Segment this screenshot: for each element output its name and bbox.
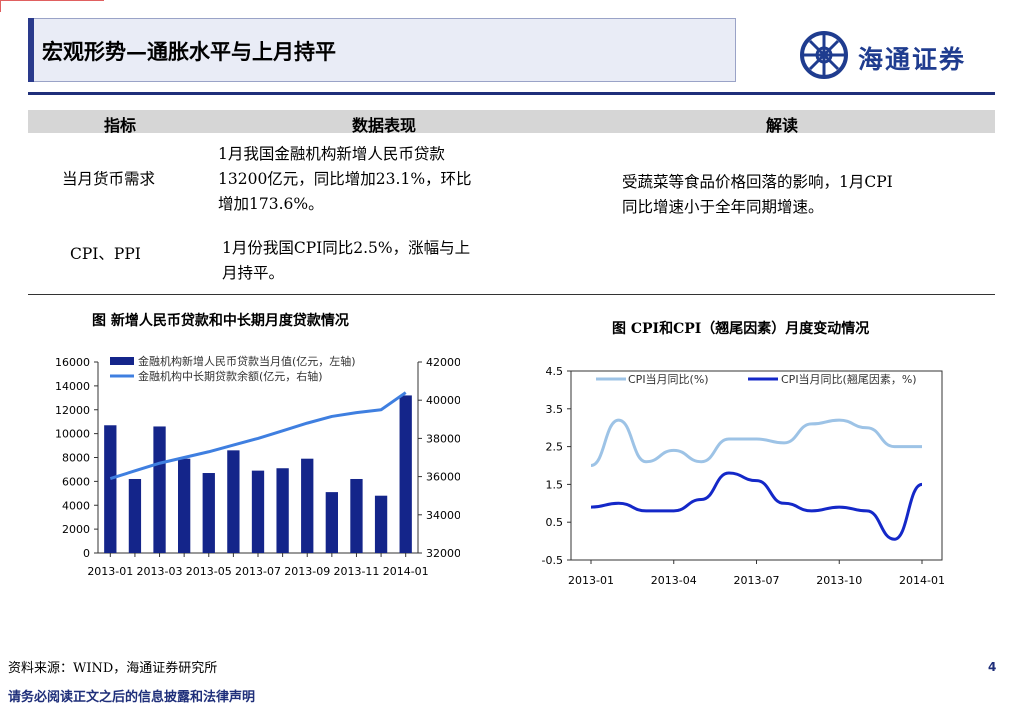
table-bottom-rule: [28, 294, 995, 295]
x-tick-label: 2013-09: [284, 565, 330, 578]
plot-frame: [570, 370, 943, 561]
page-number: 4: [988, 660, 997, 674]
left-tick-label: 12000: [55, 404, 90, 417]
row1-data-line: 13200亿元，同比增加23.1%，环比: [218, 170, 472, 188]
interpretation-line: 受蔬菜等食品价格回落的影响，1月CPI: [622, 173, 893, 191]
row1-data-line: 增加173.6%。: [218, 195, 324, 213]
left-tick-label: 8000: [62, 452, 90, 465]
left-tick-label: 10000: [55, 428, 90, 441]
x-tick-label: 2013-01: [87, 565, 133, 578]
legend-bar-label: 金融机构新增人民币贷款当月值(亿元，左轴): [138, 354, 356, 368]
row1-indicator: 当月货币需求: [62, 170, 156, 188]
loan-bar: [374, 495, 388, 553]
left-chart-caption: 图 新增人民币贷款和中长期月度贷款情况: [92, 313, 349, 329]
disclaimer: 请务必阅读正文之后的信息披露和法律声明: [8, 690, 256, 705]
row2-indicator: CPI、PPI: [70, 245, 141, 263]
x-tick-label: 2013-01: [568, 574, 614, 587]
x-tick-label: 2013-11: [333, 565, 379, 578]
loan-bar: [350, 478, 363, 553]
left-tick-label: 16000: [55, 356, 90, 369]
left-tick-label: 4000: [62, 499, 90, 512]
loan-bar: [399, 395, 412, 553]
x-tick-label: 2013-03: [137, 565, 183, 578]
x-tick-label: 2013-04: [651, 574, 697, 587]
cpi-chart: -0.5 0.5 1.5 2.5 3.5 4.5 2013-01 2013-04 2013-07…: [542, 365, 945, 587]
page-title: 宏观形势—通胀水平与上月持平: [42, 39, 336, 64]
cpi-line: [590, 418, 922, 467]
loan-bar: [227, 450, 240, 553]
cpi-tail-line: [590, 471, 923, 541]
loan-bar: [276, 468, 289, 553]
y-tick-label: 2.5: [546, 441, 564, 454]
x-tick-label: 2013-07: [734, 574, 780, 587]
top-rule: [28, 92, 995, 95]
right-tick-label: 340000: [426, 509, 460, 522]
interpretation-line: 同比增速小于全年同期增速。: [622, 198, 824, 216]
y-tick-label: -0.5: [542, 554, 563, 567]
y-tick-label: 4.5: [546, 365, 564, 378]
row2-data-line: 1月份我国CPI同比2.5%，涨幅与上: [222, 239, 471, 257]
loan-bar: [104, 425, 117, 553]
y-tick-label: 1.5: [546, 478, 564, 491]
right-chart-caption: 图 CPI和CPI（翘尾因素）月度变动情况: [612, 321, 870, 337]
legend-bar-swatch: [110, 357, 134, 365]
legend-cpi-tail-label: CPI当月同比(翘尾因素，%): [781, 372, 917, 386]
right-tick-label: 400000: [426, 394, 460, 407]
loan-bar: [325, 492, 338, 553]
x-tick-label: 2014-01: [899, 574, 945, 587]
x-tick-label: 2014-01: [383, 565, 429, 578]
right-tick-label: 420000: [426, 356, 460, 369]
left-tick-label: 0: [83, 547, 90, 560]
loan-bar: [202, 473, 215, 553]
loan-bar: [128, 478, 142, 553]
header-interpretation: 解读: [766, 116, 799, 135]
legend-cpi-label: CPI当月同比(%): [628, 372, 709, 386]
row2-data: 1月份我国CPI同比2.5%，涨幅与上 月持平。: [222, 236, 470, 286]
right-tick-label: 320000: [426, 547, 460, 560]
row1-data: 1月我国金融机构新增人民币贷款 13200亿元，同比增加23.1%，环比 增加1…: [218, 142, 472, 217]
right-tick-label: 380000: [426, 432, 460, 445]
row1-interpretation: 受蔬菜等食品价格回落的影响，1月CPI 同比增速小于全年同期增速。: [622, 170, 893, 220]
title-accent-bar: [28, 18, 34, 82]
y-tick-label: 3.5: [546, 403, 564, 416]
row1-data-line: 1月我国金融机构新增人民币贷款: [218, 145, 445, 163]
y-tick-label: 0.5: [546, 516, 564, 529]
left-tick-label: 2000: [62, 523, 90, 536]
header-indicator: 指标: [104, 116, 137, 135]
logo-text: 海通证券: [858, 45, 967, 74]
logo-icon: [800, 31, 848, 79]
source-note: 资料来源：WIND，海通证券研究所: [8, 661, 218, 676]
corner-mark-vertical: [0, 0, 1, 12]
loan-bar: [301, 458, 314, 553]
right-tick-label: 360000: [426, 471, 460, 484]
x-tick-label: 2013-10: [816, 574, 862, 587]
left-tick-label: 14000: [55, 380, 90, 393]
table-header-row: [28, 110, 995, 133]
corner-mark: [0, 0, 104, 1]
row2-data-line: 月持平。: [222, 264, 285, 282]
left-tick-label: 6000: [62, 475, 90, 488]
loan-bar: [153, 426, 166, 553]
x-tick-label: 2013-05: [186, 565, 232, 578]
loan-bar: [178, 458, 191, 553]
loan-chart: 0 2000 4000 6000 8000 10000 12000 14000 16000 320…: [55, 354, 460, 578]
legend-line-label: 金融机构中长期贷款余额(亿元，右轴): [138, 369, 323, 383]
loan-bar: [251, 470, 265, 553]
header-data: 数据表现: [352, 116, 417, 135]
x-tick-label: 2013-07: [235, 565, 281, 578]
